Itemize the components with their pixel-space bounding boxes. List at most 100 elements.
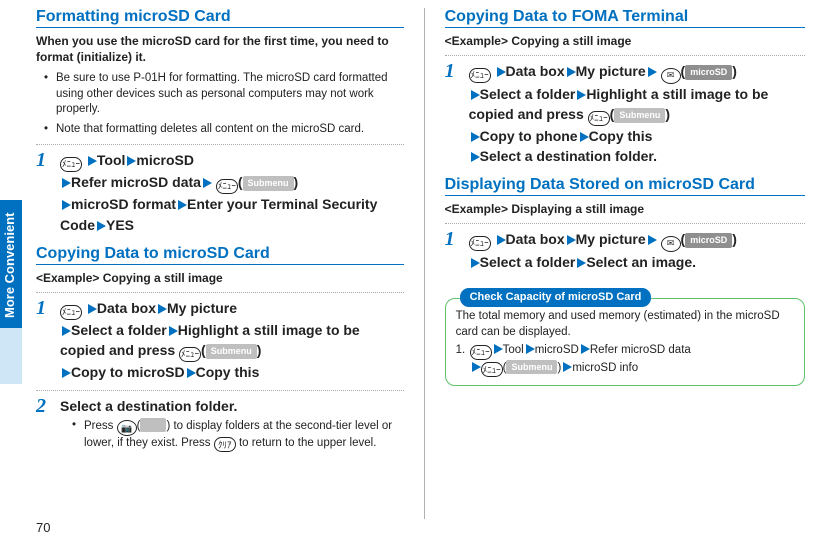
step-text: Copy to microSD bbox=[71, 364, 185, 380]
step-text: Select a destination folder. bbox=[60, 398, 237, 414]
step-body: ﾒﾆｭｰ Data boxMy picture Select a folderH… bbox=[60, 298, 404, 383]
arrow-icon bbox=[97, 221, 106, 231]
arrow-icon bbox=[567, 67, 576, 77]
arrow-icon bbox=[203, 178, 212, 188]
dotted-separator bbox=[445, 55, 805, 56]
step-text: Tool bbox=[503, 344, 524, 356]
step-text: Select an image. bbox=[586, 254, 696, 270]
menu-key-icon: ﾒﾆｭｰ bbox=[469, 68, 491, 83]
intro-text: When you use the microSD card for the fi… bbox=[36, 34, 404, 65]
arrow-icon bbox=[169, 326, 178, 336]
column-divider bbox=[424, 8, 425, 519]
step-number: 2 bbox=[36, 396, 52, 453]
right-column: Copying Data to FOMA Terminal <Example> … bbox=[445, 8, 805, 543]
arrow-icon bbox=[494, 344, 503, 354]
menu-key-icon: ﾒﾆｭｰ bbox=[179, 347, 201, 362]
info-box: Check Capacity of microSD Card The total… bbox=[445, 298, 805, 386]
step-text: Data box bbox=[506, 63, 565, 79]
sub-note-item: Press ( ) to display folders at the seco… bbox=[76, 418, 404, 453]
arrow-icon bbox=[62, 368, 71, 378]
mail-key-icon: ✉ bbox=[661, 68, 681, 84]
step-text: Select a folder bbox=[71, 322, 167, 338]
step-text: Refer microSD data bbox=[71, 174, 201, 190]
step-text: Refer microSD data bbox=[590, 344, 691, 356]
arrow-icon bbox=[62, 326, 71, 336]
softkey-label bbox=[140, 418, 166, 432]
step-text: Copy this bbox=[589, 128, 653, 144]
arrow-icon bbox=[88, 156, 97, 166]
arrow-icon bbox=[497, 67, 506, 77]
softkey-label: Submenu bbox=[614, 108, 665, 123]
step-body: ﾒﾆｭｰ Data boxMy picture ✉(microSD) Selec… bbox=[469, 61, 805, 166]
dotted-separator bbox=[36, 144, 404, 145]
step-number: 1 bbox=[36, 150, 52, 235]
example-label: <Example> Copying a still image bbox=[36, 271, 404, 285]
arrow-icon bbox=[471, 132, 480, 142]
example-label: <Example> Displaying a still image bbox=[445, 202, 805, 216]
arrow-icon bbox=[471, 90, 480, 100]
content-columns: Formatting microSD Card When you use the… bbox=[36, 8, 805, 543]
note-text: to return to the upper level. bbox=[236, 437, 377, 449]
arrow-icon bbox=[158, 304, 167, 314]
arrow-icon bbox=[62, 178, 71, 188]
step-text: microSD bbox=[136, 152, 194, 168]
info-box-text: The total memory and used memory (estima… bbox=[456, 309, 794, 340]
section-title-copy-to-sd: Copying Data to microSD Card bbox=[36, 245, 404, 265]
step-text: Select a destination folder. bbox=[480, 148, 657, 164]
softkey-label: Submenu bbox=[506, 360, 557, 374]
page-number: 70 bbox=[36, 520, 50, 535]
step-text: microSD bbox=[535, 344, 579, 356]
section-title-copy-to-foma: Copying Data to FOMA Terminal bbox=[445, 8, 805, 28]
section-title-format: Formatting microSD Card bbox=[36, 8, 404, 28]
arrow-icon bbox=[563, 362, 572, 372]
softkey-label: Submenu bbox=[243, 176, 294, 191]
step-text: Select a folder bbox=[480, 86, 576, 102]
clear-key-icon: ｸﾘｱ bbox=[214, 437, 236, 452]
menu-key-icon: ﾒﾆｭｰ bbox=[470, 345, 492, 360]
step-text: microSD info bbox=[572, 362, 638, 374]
step-text: Select a folder bbox=[480, 254, 576, 270]
side-tab: More Convenient bbox=[0, 200, 22, 330]
menu-key-icon: ﾒﾆｭｰ bbox=[60, 305, 82, 320]
arrow-icon bbox=[472, 362, 481, 372]
softkey-label: microSD bbox=[685, 65, 732, 80]
menu-key-icon: ﾒﾆｭｰ bbox=[216, 179, 238, 194]
bullet-item: Note that formatting deletes all content… bbox=[48, 122, 404, 138]
arrow-icon bbox=[88, 304, 97, 314]
arrow-icon bbox=[187, 368, 196, 378]
step-text: My picture bbox=[167, 300, 237, 316]
step-body: ﾒﾆｭｰ ToolmicroSD Refer microSD data ﾒﾆｭｰ… bbox=[60, 150, 404, 235]
step-1: 1 ﾒﾆｭｰ ToolmicroSD Refer microSD data ﾒﾆ… bbox=[36, 150, 404, 235]
arrow-icon bbox=[471, 152, 480, 162]
step-1: 1 ﾒﾆｭｰ Data boxMy picture ✉(microSD) Sel… bbox=[445, 229, 805, 272]
info-step: 1. ﾒﾆｭｰToolmicroSDRefer microSD data ﾒﾆｭ… bbox=[456, 343, 794, 377]
step-text: Copy to phone bbox=[480, 128, 578, 144]
dotted-separator bbox=[445, 223, 805, 224]
arrow-icon bbox=[62, 200, 71, 210]
side-tab-accent bbox=[0, 328, 22, 384]
menu-key-icon: ﾒﾆｭｰ bbox=[481, 362, 503, 377]
note-text: Press bbox=[84, 420, 117, 432]
step-number: 1 bbox=[445, 229, 461, 272]
step-text: My picture bbox=[576, 231, 646, 247]
arrow-icon bbox=[580, 132, 589, 142]
step-text: YES bbox=[106, 217, 134, 233]
step-body: ﾒﾆｭｰ Data boxMy picture ✉(microSD) Selec… bbox=[469, 229, 805, 272]
step-text: My picture bbox=[576, 63, 646, 79]
step-text: Data box bbox=[506, 231, 565, 247]
section-title-display-sd: Displaying Data Stored on microSD Card bbox=[445, 176, 805, 196]
menu-key-icon: ﾒﾆｭｰ bbox=[588, 111, 610, 126]
step-number: 1 bbox=[445, 61, 461, 166]
example-label: <Example> Copying a still image bbox=[445, 34, 805, 48]
left-column: Formatting microSD Card When you use the… bbox=[36, 8, 404, 543]
bullet-list: Be sure to use P-01H for formatting. The… bbox=[36, 71, 404, 137]
arrow-icon bbox=[178, 200, 187, 210]
softkey-label: Submenu bbox=[206, 344, 257, 359]
menu-key-icon: ﾒﾆｭｰ bbox=[60, 157, 82, 172]
step-body: Select a destination folder. Press ( ) t… bbox=[60, 396, 404, 453]
step-number: 1 bbox=[36, 298, 52, 383]
arrow-icon bbox=[567, 235, 576, 245]
step-1: 1 ﾒﾆｭｰ Data boxMy picture Select a folde… bbox=[36, 298, 404, 383]
camera-key-icon bbox=[117, 420, 137, 436]
arrow-icon bbox=[577, 90, 586, 100]
